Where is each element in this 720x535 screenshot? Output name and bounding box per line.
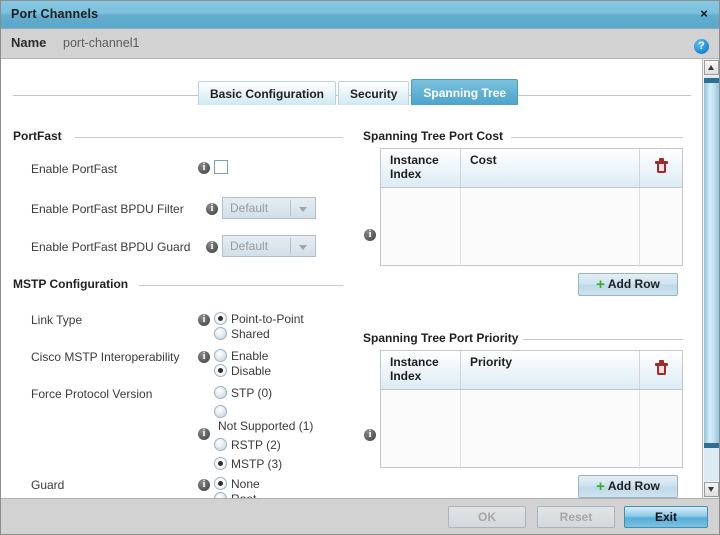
fpv-not-supported-label: Not Supported (1): [218, 418, 314, 433]
chevron-down-icon: [299, 245, 307, 250]
portfast-bpdu-filter-value: Default: [230, 201, 269, 215]
close-icon[interactable]: ×: [696, 6, 712, 22]
tab-security[interactable]: Security: [338, 81, 410, 105]
port-priority-add-row-label: Add Row: [607, 479, 660, 493]
name-value: port-channel1: [63, 36, 140, 50]
link-type-option-point-to-point[interactable]: Point-to-Point: [214, 311, 304, 326]
port-priority-info-icon[interactable]: i: [364, 427, 376, 441]
mstp-section: MSTP Configuration: [13, 277, 343, 291]
port-priority-section-rule: [523, 339, 683, 340]
window-title: Port Channels: [11, 7, 99, 21]
port-cost-table: Instance Index Cost: [380, 148, 683, 267]
link-type-info-icon[interactable]: i: [198, 312, 210, 326]
port-priority-table: Instance Index Priority: [380, 350, 683, 469]
port-cost-table-body: [381, 188, 682, 267]
portfast-bpdu-filter-label: Enable PortFast BPDU Filter: [31, 202, 184, 216]
enable-portfast-info-icon[interactable]: i: [198, 160, 210, 174]
port-cost-section: Spanning Tree Port Cost: [363, 129, 683, 143]
link-type-option-shared[interactable]: Shared: [214, 326, 270, 341]
force-protocol-version-option-not-supported[interactable]: Not Supported (1): [214, 404, 313, 433]
portfast-bpdu-filter-info-icon[interactable]: i: [206, 201, 218, 215]
name-label: Name: [11, 35, 47, 50]
table-empty-area: [381, 188, 682, 267]
vertical-scrollbar[interactable]: [702, 59, 719, 498]
chevron-down-icon: [299, 207, 307, 212]
portfast-bpdu-filter-dropdown[interactable]: Default: [222, 197, 316, 219]
port-priority-col-delete: [640, 351, 682, 389]
fpv-mstp-label: MSTP (3): [231, 456, 283, 471]
enable-portfast-label: Enable PortFast: [31, 162, 118, 176]
cisco-mstp-interop-option-enable[interactable]: Enable: [214, 348, 268, 363]
fpv-rstp-label: RSTP (2): [231, 437, 281, 452]
port-cost-section-title: Spanning Tree Port Cost: [363, 129, 504, 143]
port-priority-col-priority: Priority: [461, 351, 640, 389]
enable-portfast-checkbox[interactable]: [214, 159, 228, 174]
port-cost-col-cost: Cost: [461, 149, 640, 187]
guard-info-icon[interactable]: i: [198, 477, 210, 491]
guard-option-none[interactable]: None: [214, 476, 260, 491]
link-type-shared-label: Shared: [231, 326, 270, 341]
title-bar: Port Channels ×: [1, 1, 719, 29]
table-empty-area: [381, 390, 682, 469]
guard-option-root[interactable]: Root: [214, 491, 256, 498]
scroll-down-button[interactable]: [704, 482, 719, 497]
reset-button[interactable]: Reset: [537, 506, 615, 528]
cisco-mstp-interop-option-disable[interactable]: Disable: [214, 363, 271, 378]
cisco-mstp-interop-disable-label: Disable: [231, 363, 272, 378]
port-cost-info-icon[interactable]: i: [364, 227, 376, 241]
port-priority-section: Spanning Tree Port Priority: [363, 331, 683, 345]
scrollbar-thumb[interactable]: [704, 78, 719, 448]
cisco-mstp-interop-info-icon[interactable]: i: [198, 349, 210, 363]
port-cost-col-instance-index: Instance Index: [381, 149, 461, 187]
dialog-footer: OK Reset Exit: [1, 498, 719, 534]
tab-list: Basic Configuration Security Spanning Tr…: [198, 79, 520, 105]
guard-label: Guard: [31, 478, 65, 492]
port-cost-section-rule: [511, 137, 683, 138]
guard-none-label: None: [231, 476, 260, 491]
help-icon[interactable]: ?: [694, 39, 709, 54]
force-protocol-version-option-rstp[interactable]: RSTP (2): [214, 437, 313, 452]
scrollbar-track[interactable]: [704, 76, 719, 481]
link-type-label: Link Type: [31, 313, 83, 327]
portfast-section: PortFast: [13, 129, 343, 143]
port-cost-col-delete: [640, 149, 682, 187]
plus-icon: +: [596, 478, 605, 495]
portfast-section-title: PortFast: [13, 129, 62, 143]
tab-basic-configuration[interactable]: Basic Configuration: [198, 81, 337, 105]
name-bar: Name port-channel1: [1, 29, 719, 59]
portfast-bpdu-guard-value: Default: [230, 239, 269, 253]
port-priority-add-row-button[interactable]: + Add Row: [578, 475, 678, 498]
exit-button[interactable]: Exit: [624, 506, 708, 528]
force-protocol-version-option-stp[interactable]: STP (0): [214, 385, 313, 400]
fpv-stp-label: STP (0): [231, 385, 273, 400]
link-type-point-to-point-label: Point-to-Point: [231, 311, 304, 326]
port-priority-col-instance-index: Instance Index: [381, 351, 461, 389]
mstp-section-title: MSTP Configuration: [13, 277, 129, 291]
port-channels-dialog: Port Channels × Name port-channel1 ? Bas…: [0, 0, 720, 535]
tab-strip: Basic Configuration Security Spanning Tr…: [1, 79, 703, 105]
portfast-bpdu-guard-dropdown[interactable]: Default: [222, 235, 316, 257]
force-protocol-version-info-icon[interactable]: i: [198, 426, 210, 440]
portfast-bpdu-guard-info-icon[interactable]: i: [206, 239, 218, 253]
port-cost-table-header: Instance Index Cost: [381, 149, 682, 188]
force-protocol-version-label: Force Protocol Version: [31, 387, 153, 401]
port-priority-table-header: Instance Index Priority: [381, 351, 682, 390]
port-cost-add-row-label: Add Row: [607, 277, 660, 291]
dialog-content: Basic Configuration Security Spanning Tr…: [1, 59, 719, 498]
force-protocol-version-option-mstp[interactable]: MSTP (3): [214, 456, 313, 471]
port-cost-add-row-button[interactable]: + Add Row: [578, 273, 678, 296]
scroll-up-button[interactable]: [704, 60, 719, 75]
portfast-section-rule: [75, 137, 343, 138]
port-priority-table-body: [381, 390, 682, 469]
cisco-mstp-interop-enable-label: Enable: [231, 348, 269, 363]
ok-button[interactable]: OK: [448, 506, 526, 528]
delete-icon[interactable]: [654, 158, 668, 173]
plus-icon: +: [596, 276, 605, 293]
mstp-section-rule: [139, 285, 343, 286]
port-priority-section-title: Spanning Tree Port Priority: [363, 331, 519, 345]
portfast-bpdu-guard-label: Enable PortFast BPDU Guard: [31, 240, 191, 254]
cisco-mstp-interop-label: Cisco MSTP Interoperability: [31, 350, 180, 364]
delete-icon[interactable]: [654, 360, 668, 375]
tab-spanning-tree[interactable]: Spanning Tree: [411, 79, 519, 105]
